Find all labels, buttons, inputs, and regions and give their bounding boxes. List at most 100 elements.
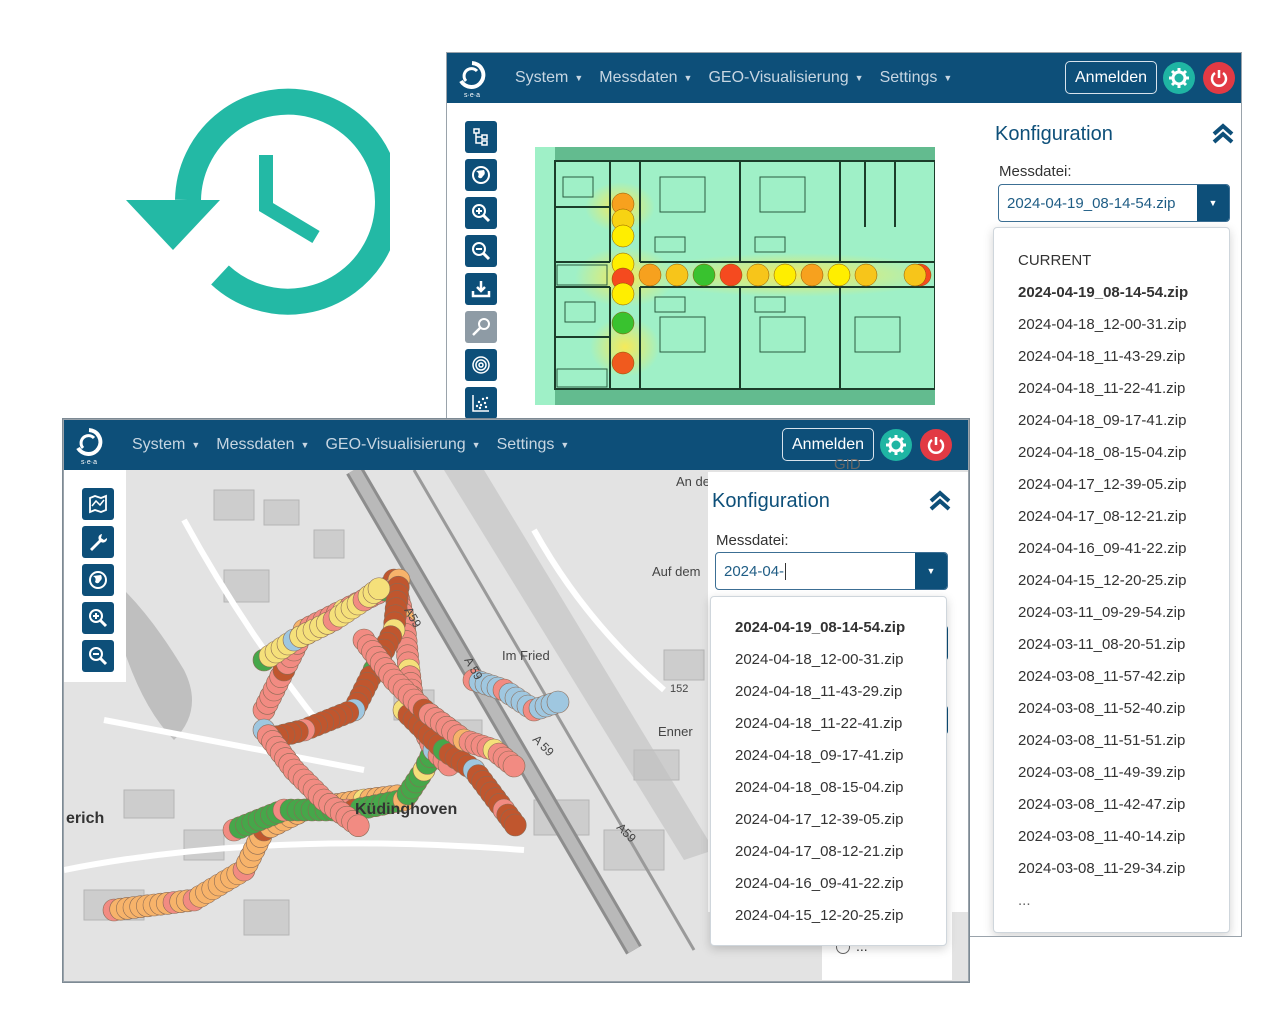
menu-settings[interactable]: Settings ▼ xyxy=(497,436,570,454)
caret-down-icon: ▼ xyxy=(560,440,570,450)
dropdown-option[interactable]: 2024-03-11_08-20-51.zip xyxy=(1018,636,1185,653)
menu-system[interactable]: System ▼ xyxy=(132,436,200,454)
dropdown-option[interactable]: 2024-03-08_11-40-14.zip xyxy=(1018,828,1185,845)
globe-icon xyxy=(89,571,107,589)
scatter-button[interactable] xyxy=(465,387,497,419)
main-menu: System ▼ Messdaten ▼ GEO-Visualisierung ▼ S… xyxy=(515,53,952,103)
main-menu: System ▼ Messdaten ▼ GEO-Visualisierung ▼ S… xyxy=(132,420,569,470)
file-select[interactable]: 2024-04-19_08-14-54.zip ▼ xyxy=(998,184,1230,222)
caret-down-icon: ▼ xyxy=(471,440,481,450)
map-icon xyxy=(89,494,107,514)
file-select-input[interactable]: 2024-04- xyxy=(724,563,787,580)
dropdown-option[interactable]: 2024-04-15_12-20-25.zip xyxy=(735,907,903,924)
zoom-in-button[interactable] xyxy=(82,602,114,634)
dropdown-option[interactable]: 2024-03-08_11-57-42.zip xyxy=(1018,668,1185,685)
collapse-icon[interactable] xyxy=(1211,123,1235,145)
dropdown-option[interactable]: 2024-04-18_11-22-41.zip xyxy=(1018,380,1185,397)
power-icon xyxy=(927,437,945,454)
file-select-value: 2024-04-19_08-14-54.zip xyxy=(1007,195,1176,212)
globe-button[interactable] xyxy=(465,159,497,191)
dropdown-option[interactable]: 2024-04-19_08-14-54.zip xyxy=(1018,284,1188,301)
file-label: Messdatei: xyxy=(999,163,1072,180)
logout-button[interactable] xyxy=(920,429,952,461)
dropdown-option[interactable]: 2024-03-08_11-51-51.zip xyxy=(1018,732,1185,749)
dropdown-option[interactable]: 2024-04-18_09-17-41.zip xyxy=(735,747,903,764)
menu-settings[interactable]: Settings ▼ xyxy=(880,69,953,87)
power-icon xyxy=(1210,70,1228,87)
dropdown-header: CURRENT xyxy=(1018,252,1092,269)
navbar: s·e·a System ▼ Messdaten ▼ GEO-Visualisier… xyxy=(64,420,968,470)
dropdown-option[interactable]: 2024-03-08_11-42-47.zip xyxy=(1018,796,1185,813)
chevron-down-icon[interactable]: ▼ xyxy=(1197,185,1229,221)
download-button[interactable] xyxy=(465,273,497,305)
settings-button[interactable] xyxy=(880,429,912,461)
dropdown-option[interactable]: 2024-04-18_11-43-29.zip xyxy=(1018,348,1185,365)
dropdown-option[interactable]: 2024-04-16_09-41-22.zip xyxy=(735,875,903,892)
dropdown-option[interactable]: 2024-03-11_09-29-54.zip xyxy=(1018,604,1185,621)
menu-messdaten[interactable]: Messdaten ▼ xyxy=(599,69,692,87)
menu-messdaten[interactable]: Messdaten ▼ xyxy=(216,436,309,454)
dropdown-option[interactable]: 2024-03-08_11-29-34.zip xyxy=(1018,860,1185,877)
config-title: Konfiguration xyxy=(995,123,1113,145)
floorplan-heatmap xyxy=(535,147,935,405)
map-label-hill: Enner xyxy=(658,724,693,739)
map-label-number: 152 xyxy=(670,683,688,695)
scatter-icon xyxy=(472,395,489,412)
map-label-place: Im Fried xyxy=(502,648,550,663)
navbar: s·e·a System ▼ Messdaten ▼ GEO-Visualisier… xyxy=(447,53,1241,103)
settings-button[interactable] xyxy=(1163,62,1195,94)
map-layer-button[interactable] xyxy=(82,488,114,520)
globe-icon xyxy=(472,166,490,184)
fingerprint-button[interactable] xyxy=(465,349,497,381)
dropdown-option[interactable]: 2024-04-17_08-12-21.zip xyxy=(735,843,903,860)
zoom-in-button[interactable] xyxy=(465,197,497,229)
dropdown-option[interactable]: 2024-04-19_08-14-54.zip xyxy=(735,619,905,636)
zoom-out-button[interactable] xyxy=(465,235,497,267)
wrench-icon xyxy=(90,534,108,551)
zoom-out-button[interactable] xyxy=(82,640,114,672)
dropdown-option[interactable]: 2024-04-18_08-15-04.zip xyxy=(1018,444,1186,461)
login-button[interactable]: Anmelden xyxy=(1065,61,1158,94)
menu-geo-visualisierung[interactable]: GEO-Visualisierung ▼ xyxy=(325,436,480,454)
zoom-out-icon xyxy=(472,242,491,261)
file-select[interactable]: 2024-04- ▼ xyxy=(715,552,948,590)
dropdown-option[interactable]: 2024-04-18_11-22-41.zip xyxy=(735,715,902,732)
dropdown-option[interactable]: 2024-03-08_11-49-39.zip xyxy=(1018,764,1185,781)
svg-text:s·e·a: s·e·a xyxy=(464,92,480,99)
caret-down-icon: ▼ xyxy=(683,73,693,83)
collapse-icon[interactable] xyxy=(928,490,952,512)
gear-icon xyxy=(886,435,906,455)
dropdown-option[interactable]: 2024-04-18_12-00-31.zip xyxy=(1018,316,1186,333)
dropdown-option[interactable]: 2024-04-17_12-39-05.zip xyxy=(735,811,903,828)
config-title: Konfiguration xyxy=(712,490,830,512)
dropdown-option[interactable]: 2024-04-15_12-20-25.zip xyxy=(1018,572,1186,589)
front-toolbar xyxy=(82,488,114,672)
back-toolbar xyxy=(465,121,497,419)
tree-button[interactable] xyxy=(465,121,497,153)
zoom-in-icon xyxy=(89,609,108,628)
menu-geo-visualisierung[interactable]: GEO-Visualisierung ▼ xyxy=(708,69,863,87)
dropdown-option[interactable]: 2024-04-18_11-43-29.zip xyxy=(735,683,902,700)
caret-down-icon: ▼ xyxy=(191,440,201,450)
probe-button[interactable] xyxy=(465,311,497,343)
globe-button[interactable] xyxy=(82,564,114,596)
logout-button[interactable] xyxy=(1203,62,1235,94)
chevron-down-icon[interactable]: ▼ xyxy=(915,553,947,589)
front-app-window: An der Bahn Auf dem Im Fried A59 A 59 A … xyxy=(63,419,969,982)
dropdown-option[interactable]: 2024-04-17_08-12-21.zip xyxy=(1018,508,1186,525)
dropdown-option[interactable]: 2024-04-17_12-39-05.zip xyxy=(1018,476,1186,493)
map-label-town: Küdinghoven xyxy=(355,801,457,818)
caret-down-icon: ▼ xyxy=(943,73,953,83)
dropdown-option[interactable]: 2024-04-18_08-15-04.zip xyxy=(735,779,903,796)
tools-button[interactable] xyxy=(82,526,114,558)
composite-screenshot: s·e·a System ▼ Messdaten ▼ GEO-Visualisier… xyxy=(0,0,1264,1022)
dropdown-more: ... xyxy=(1018,892,1031,909)
file-dropdown: CURRENT ... 2024-04-19_08-14-54.zip 2024-… xyxy=(993,227,1230,933)
caret-down-icon: ▼ xyxy=(574,73,584,83)
dropdown-option[interactable]: 2024-04-16_09-41-22.zip xyxy=(1018,540,1186,557)
dropdown-option[interactable]: 2024-03-08_11-52-40.zip xyxy=(1018,700,1185,717)
history-icon xyxy=(126,88,390,315)
dropdown-option[interactable]: 2024-04-18_12-00-31.zip xyxy=(735,651,903,668)
dropdown-option[interactable]: 2024-04-18_09-17-41.zip xyxy=(1018,412,1186,429)
menu-system[interactable]: System ▼ xyxy=(515,69,583,87)
